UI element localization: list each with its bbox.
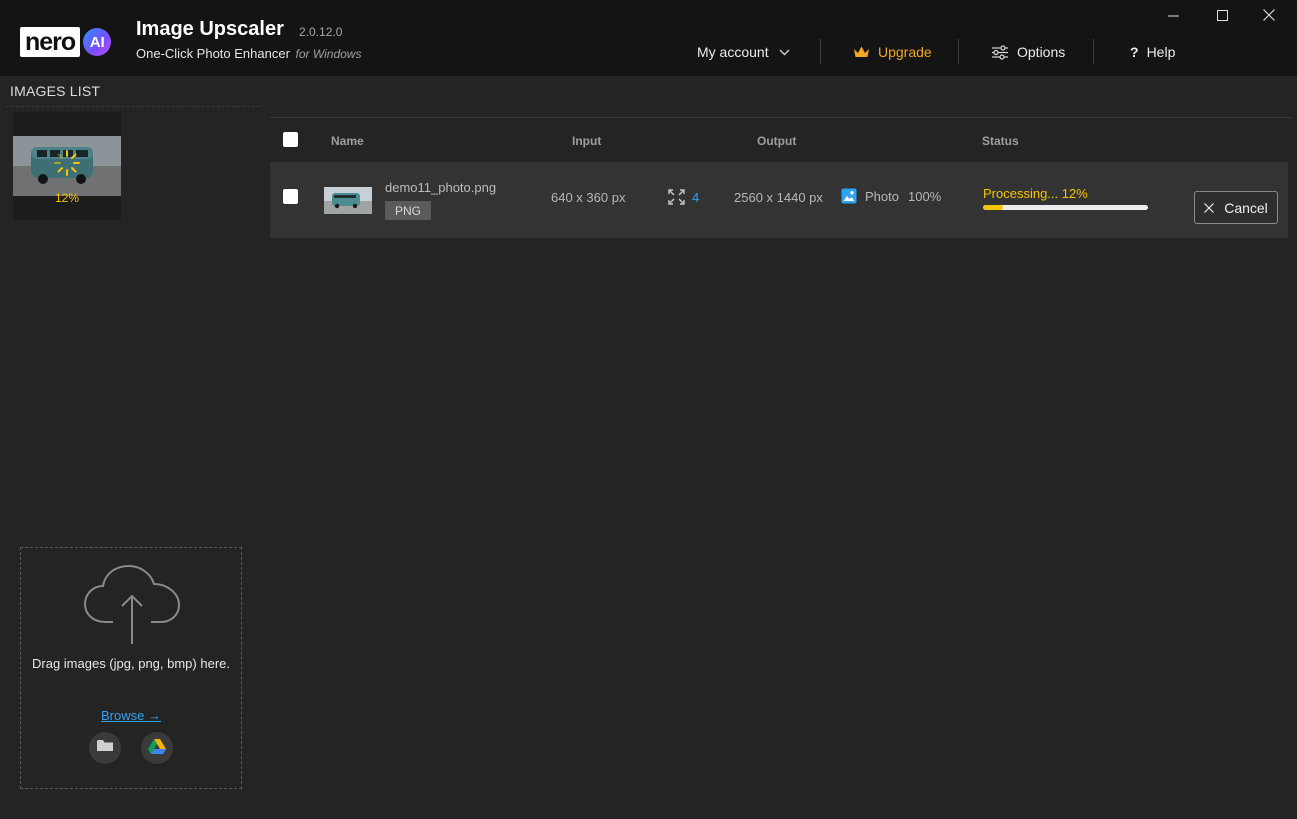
row-checkbox[interactable] <box>283 189 298 204</box>
drop-instructions: Drag images (jpg, png, bmp) here. <box>32 656 230 671</box>
images-list-title: IMAGES LIST <box>10 83 101 99</box>
column-header-status[interactable]: Status <box>982 134 1019 148</box>
app-subtitle: One-Click Photo Enhancer for Windows <box>136 46 361 61</box>
maximize-icon <box>1216 8 1228 26</box>
column-header-name[interactable]: Name <box>331 134 364 148</box>
help-button[interactable]: ? Help <box>1130 38 1175 66</box>
local-folder-button[interactable] <box>89 732 121 764</box>
chevron-down-icon <box>779 49 790 56</box>
google-drive-button[interactable] <box>141 732 173 764</box>
minimize-icon <box>1167 8 1179 26</box>
nav-separator <box>1093 39 1094 64</box>
minimize-button[interactable] <box>1162 6 1184 28</box>
table-top-divider <box>270 117 1292 118</box>
thumbnail-progress-label: 12% <box>54 191 80 205</box>
model-strength: 100% <box>907 188 942 204</box>
file-name: demo11_photo.png <box>385 180 497 195</box>
subtitle-os: for Windows <box>295 47 362 61</box>
scale-value: 4 <box>692 189 700 205</box>
nav-separator <box>958 39 959 64</box>
crown-icon <box>853 45 870 59</box>
my-account-menu[interactable]: My account <box>697 38 790 66</box>
photo-icon <box>841 188 857 204</box>
sliders-icon <box>991 44 1009 60</box>
output-resolution: 2560 x 1440 px <box>734 190 823 205</box>
logo-ai-badge: AI <box>83 28 112 56</box>
cancel-button[interactable]: Cancel <box>1194 191 1278 224</box>
nero-ai-logo: nero AI <box>20 26 112 58</box>
app-title: Image Upscaler <box>136 18 284 40</box>
progress-bar <box>983 205 1148 210</box>
options-label: Options <box>1017 44 1066 60</box>
close-window-button[interactable] <box>1258 6 1280 28</box>
cloud-upload-icon <box>83 564 181 651</box>
table-row[interactable]: demo11_photo.png PNG 640 x 360 px 4 2560… <box>270 162 1288 238</box>
input-resolution: 640 x 360 px <box>551 190 626 205</box>
image-list-thumbnail[interactable]: 12% <box>13 112 121 220</box>
close-icon <box>1263 8 1275 26</box>
drop-zone[interactable]: Drag images (jpg, png, bmp) here. Browse… <box>20 547 242 789</box>
google-drive-icon <box>148 738 166 759</box>
question-icon: ? <box>1130 44 1139 60</box>
select-all-checkbox[interactable] <box>283 132 298 147</box>
scale-factor[interactable]: 4 <box>668 189 699 205</box>
subtitle-text: One-Click Photo Enhancer <box>136 46 290 61</box>
options-button[interactable]: Options <box>991 38 1065 66</box>
title-bar: nero AI Image Upscaler 2.0.12.0 One-Clic… <box>0 0 1297 76</box>
status-text: Processing... 12% <box>983 186 1088 201</box>
app-version: 2.0.12.0 <box>299 25 343 39</box>
help-label: Help <box>1146 44 1176 60</box>
progress-bar-fill <box>983 205 1003 210</box>
close-icon <box>1204 202 1215 213</box>
column-header-input[interactable]: Input <box>572 134 601 148</box>
sidebar-divider <box>6 106 260 107</box>
maximize-button[interactable] <box>1211 6 1233 28</box>
format-badge: PNG <box>385 201 431 220</box>
processing-spinner-icon <box>53 149 81 182</box>
enhance-model[interactable]: Photo 100% <box>841 188 941 204</box>
model-name: Photo <box>865 188 899 204</box>
cancel-label: Cancel <box>1224 199 1268 216</box>
browse-link[interactable]: Browse → <box>21 708 241 723</box>
logo-nero: nero <box>20 27 81 57</box>
row-thumbnail <box>324 187 372 214</box>
column-header-output[interactable]: Output <box>757 134 796 148</box>
folder-icon <box>97 739 113 757</box>
upgrade-label: Upgrade <box>878 44 932 60</box>
expand-icon <box>668 189 685 205</box>
nav-separator <box>820 39 821 64</box>
upgrade-button[interactable]: Upgrade <box>853 38 932 66</box>
my-account-label: My account <box>697 44 769 60</box>
